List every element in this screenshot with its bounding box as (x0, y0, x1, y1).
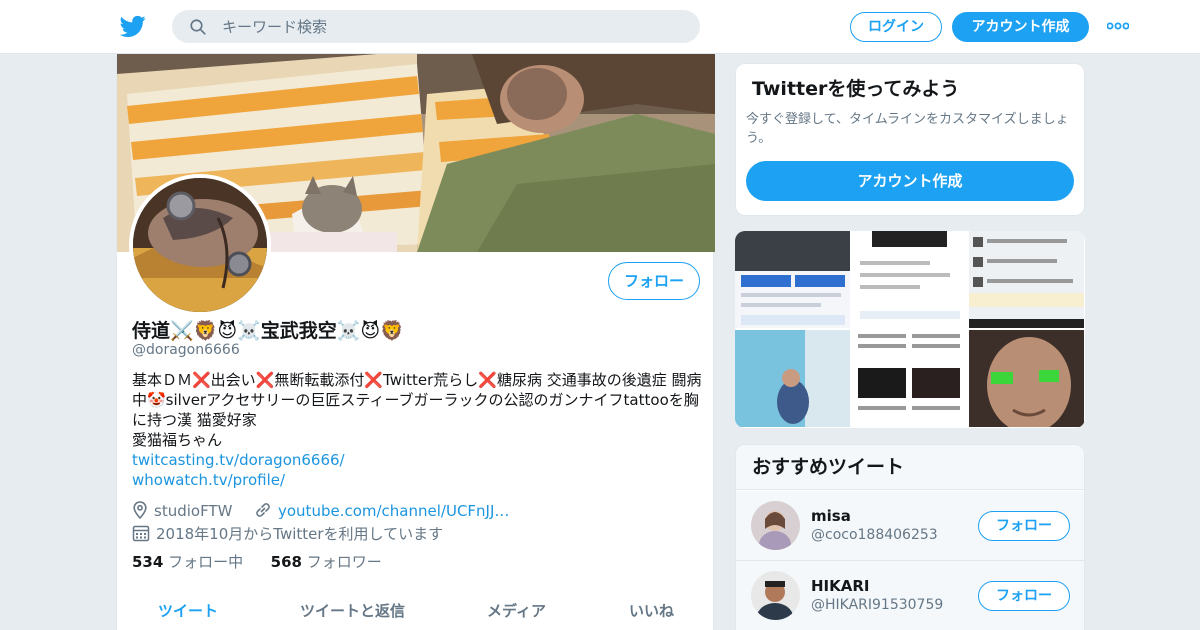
profile-location-row: studioFTW youtube.com/channel/UCFnJJ… (132, 501, 509, 520)
website-link[interactable]: youtube.com/channel/UCFnJJ… (278, 502, 509, 520)
media-grid (735, 231, 1085, 428)
recommended-user-row[interactable]: HIKARI @HIKARI91530759 フォロー (736, 561, 1084, 630)
profile-avatar[interactable] (129, 174, 271, 316)
calendar-icon (132, 525, 150, 542)
search-bar[interactable] (172, 10, 700, 43)
joined-text: 2018年10月からTwitterを利用しています (156, 525, 444, 543)
followers-count: 568 (270, 553, 302, 571)
profile-handle[interactable]: @doragon6666 (132, 342, 240, 358)
media-thumbnail[interactable] (735, 330, 850, 427)
tab-tweets[interactable]: ツイート (158, 600, 218, 621)
link-icon (256, 503, 270, 517)
twitter-bird-icon[interactable] (120, 13, 146, 39)
recommended-user-handle: @HIKARI91530759 (811, 597, 944, 613)
signup-button[interactable]: アカウント作成 (952, 12, 1089, 42)
recommended-title: おすすめツイート (736, 445, 1084, 490)
media-thumbnail[interactable] (969, 231, 1084, 328)
bio-line: 愛猫福ちゃん (132, 431, 223, 449)
search-input[interactable] (222, 10, 682, 43)
media-thumbnail[interactable] (735, 231, 850, 328)
avatar[interactable] (751, 571, 800, 620)
signup-card-title: Twitterを使ってみよう (752, 78, 960, 100)
avatar[interactable] (751, 501, 800, 550)
follow-button[interactable]: フォロー (978, 581, 1070, 611)
recommended-user-name[interactable]: HIKARI (811, 577, 870, 595)
login-button[interactable]: ログイン (850, 12, 942, 42)
bio-link-twitcasting[interactable]: twitcasting.tv/doragon6666/ (132, 450, 702, 470)
recommended-user-handle: @coco188406253 (811, 527, 938, 543)
top-navigation-bar: ログイン アカウント作成 (0, 0, 1200, 54)
bio-line: 中🤡silverアクセサリーの巨匠スティーブガーラックの公認のガンナイフtatt… (132, 391, 699, 409)
media-thumbnail[interactable] (852, 330, 967, 427)
location-pin-icon (133, 501, 147, 520)
tab-likes[interactable]: いいね (629, 600, 674, 621)
recommended-tweets-card: おすすめツイート misa @coco188406253 フォロー HIKARI… (735, 444, 1085, 630)
profile-column: フォロー 侍道⚔️🦁😈☠️宝武我空☠️😈🦁 @doragon6666 基本ＤＭ❌… (116, 54, 715, 630)
follow-button[interactable]: フォロー (978, 511, 1070, 541)
following-label: フォロー中 (168, 553, 244, 571)
bio-link-whowatch[interactable]: whowatch.tv/profile/ (132, 470, 702, 490)
media-thumbnail[interactable] (852, 231, 967, 328)
search-icon (190, 19, 206, 35)
recommended-user-row[interactable]: misa @coco188406253 フォロー (736, 491, 1084, 561)
followers-label: フォロワー (306, 553, 382, 571)
signup-promo-card: Twitterを使ってみよう 今すぐ登録して、タイムラインをカスタマイズしましょ… (735, 63, 1085, 216)
profile-stats: 534 フォロー中 568 フォロワー (132, 551, 382, 572)
signup-card-description: 今すぐ登録して、タイムラインをカスタマイズしましょう。 (746, 112, 1069, 146)
profile-bio: 基本ＤＭ❌出会い❌無断転載添付❌Twitter荒らし❌糖尿病 交通事故の後遺症 … (132, 370, 702, 490)
following-count: 534 (132, 553, 164, 571)
signup-card-button[interactable]: アカウント作成 (746, 161, 1074, 201)
tab-tweets-and-replies[interactable]: ツイートと返信 (300, 600, 405, 621)
following-stat[interactable]: 534 フォロー中 (132, 553, 243, 571)
follow-button[interactable]: フォロー (608, 262, 700, 300)
more-dots-icon[interactable] (1107, 22, 1129, 30)
profile-name: 侍道⚔️🦁😈☠️宝武我空☠️😈🦁 (132, 320, 404, 342)
bio-line: 基本ＤＭ❌出会い❌無断転載添付❌Twitter荒らし❌糖尿病 交通事故の後遺症 … (132, 371, 702, 389)
bio-line: に持つ漢 猫愛好家 (132, 411, 257, 429)
profile-tabs: ツイート ツイートと返信 メディア いいね (117, 592, 715, 630)
profile-joined-row: 2018年10月からTwitterを利用しています (132, 523, 443, 544)
location-text: studioFTW (154, 502, 233, 520)
media-thumbnail[interactable] (969, 330, 1084, 427)
recommended-user-name[interactable]: misa (811, 507, 851, 525)
tab-media[interactable]: メディア (487, 600, 546, 621)
followers-stat[interactable]: 568 フォロワー (271, 553, 382, 571)
